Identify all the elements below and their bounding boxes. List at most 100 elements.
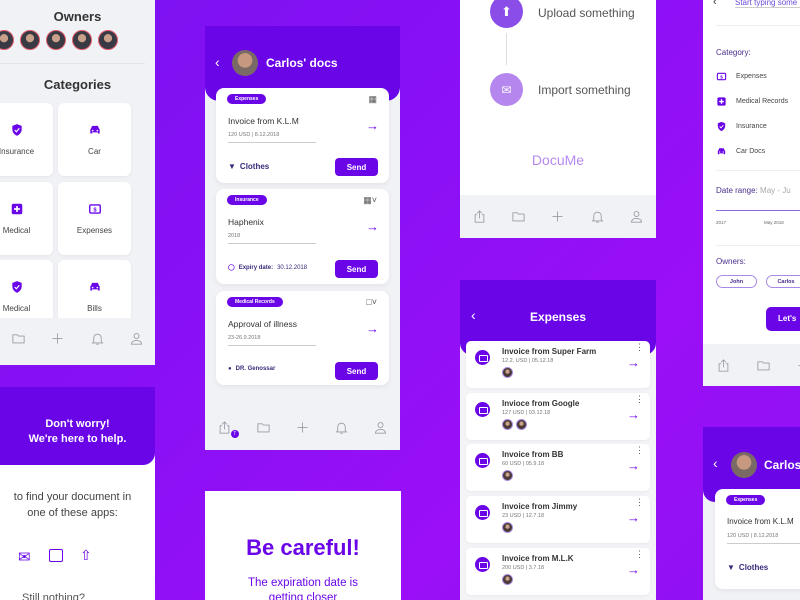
carlos-docs-preview: ‹ Carlos' docs Expenses Invoice from K.L… (703, 427, 800, 600)
send-button[interactable]: Send (335, 260, 378, 278)
arrow-right-icon[interactable]: → (627, 562, 640, 577)
import-button[interactable]: ✉ (490, 73, 523, 106)
category-card-insurance[interactable]: Insurance (0, 103, 53, 176)
avatar (502, 367, 513, 378)
filter-category-expenses[interactable]: Expenses (716, 71, 767, 82)
category-label: Medical (2, 304, 31, 313)
search-input[interactable]: Start typing some (735, 0, 800, 8)
arrow-right-icon[interactable]: → (366, 118, 379, 133)
more-icon[interactable]: ⋮ (635, 343, 644, 352)
plus-icon[interactable] (50, 330, 66, 346)
search-submit-button[interactable]: Let's (766, 307, 800, 331)
document-title: Invoice from K.L.M (228, 116, 299, 126)
expense-row[interactable]: Invoice from Super Farm 12.2. USD | 05.12… (466, 341, 650, 388)
back-icon[interactable]: ‹ (215, 54, 220, 70)
page-title: Carlos' docs (764, 458, 800, 472)
import-label[interactable]: Import something (538, 83, 631, 97)
category-card-medical[interactable]: Medical (0, 182, 53, 255)
owner-chip-carlos[interactable]: Carlos (766, 275, 800, 288)
expense-row[interactable]: Invoice from M.L.K 200 USD | 3.7.18 ⋮ → (466, 548, 650, 595)
image-icon[interactable]: ▦˅ (363, 195, 377, 206)
bell-icon[interactable] (589, 209, 605, 225)
arrow-right-icon[interactable]: → (366, 321, 379, 336)
folder-icon[interactable] (10, 330, 26, 346)
avatar[interactable] (20, 30, 40, 50)
send-button[interactable]: Send (335, 362, 378, 380)
share-icon[interactable]: 7 (217, 419, 239, 438)
owners-avatars (0, 30, 118, 50)
tag-badge: Insurance (227, 195, 267, 205)
plus-icon[interactable] (295, 419, 311, 435)
user-icon[interactable] (373, 419, 389, 435)
more-icon[interactable]: ⋮ (635, 498, 644, 507)
mail-icon[interactable]: ✉ (18, 548, 31, 566)
avatar[interactable] (72, 30, 92, 50)
expense-row[interactable]: Invoice from Jimmy 23 USD | 12.7.18 ⋮ → (466, 496, 650, 543)
brand-logo: DocuMe (531, 152, 585, 168)
folder-icon[interactable] (256, 419, 272, 435)
expense-row[interactable]: Invoice from BB 60 USD | 05.9.18 ⋮ → (466, 444, 650, 491)
arrow-right-icon[interactable]: → (366, 219, 379, 234)
back-icon[interactable]: ‹ (713, 0, 717, 8)
document-card[interactable]: Expenses ▦ Invoice from K.L.M 120 USD | … (216, 88, 389, 183)
document-card[interactable]: Medical Records □˅ Approval of illness 2… (216, 291, 389, 385)
more-icon[interactable]: ⋮ (635, 550, 644, 559)
bottom-nav: 7 (205, 404, 400, 450)
arrow-right-icon[interactable]: → (627, 407, 640, 422)
divider (716, 245, 800, 246)
owner-chip-john[interactable]: John (716, 275, 757, 288)
footer-text: 30.12.2018 (277, 264, 308, 271)
header: Don't worry! We're here to help. (0, 387, 155, 465)
document-subtitle: 120 USD | 8.12.2018 (228, 132, 316, 143)
avatar[interactable] (0, 30, 14, 50)
dollar-bill-icon (88, 202, 102, 216)
filter-category-medical-records[interactable]: Medical Records (716, 96, 788, 107)
share-icon[interactable] (716, 357, 731, 373)
avatar[interactable] (46, 30, 66, 50)
folder-icon[interactable] (511, 209, 527, 225)
more-icon[interactable]: ⋮ (635, 395, 644, 404)
file-icon[interactable]: □˅ (366, 297, 377, 307)
avatar[interactable] (98, 30, 118, 50)
category-card-car[interactable]: Car (58, 103, 131, 176)
more-icon[interactable]: ⋮ (635, 446, 644, 455)
avatar (502, 419, 513, 430)
user-icon[interactable] (129, 330, 145, 346)
image-icon[interactable] (49, 549, 63, 562)
footer-text: Clothes (239, 162, 270, 171)
expense-title: Invoice from Super Farm (502, 347, 597, 356)
categories-heading: Categories (43, 77, 112, 92)
bell-icon[interactable] (89, 330, 105, 346)
expense-row[interactable]: Invioce from Google 127 USD | 03.12.18 ⋮ → (466, 393, 650, 440)
user-icon[interactable] (628, 209, 644, 225)
share-icon[interactable] (472, 209, 488, 225)
filter-category-car-docs[interactable]: Car Docs (716, 146, 765, 157)
upload-icon[interactable]: ⇧ (80, 547, 92, 564)
upload-button[interactable]: ⬆ (490, 0, 523, 28)
person-icon: ● (228, 366, 232, 372)
category-card-expenses[interactable]: Expenses (58, 182, 131, 255)
plus-icon[interactable] (550, 209, 566, 225)
back-icon[interactable]: ‹ (713, 455, 718, 471)
page-title: Carlos' docs (266, 56, 338, 70)
send-button[interactable]: Send (335, 158, 378, 176)
arrow-right-icon[interactable]: → (627, 458, 640, 473)
image-icon[interactable]: ▦ (368, 94, 377, 105)
date-range-slider[interactable] (716, 210, 800, 211)
tag-badge: Expenses (227, 94, 267, 104)
arrow-right-icon[interactable]: → (627, 510, 640, 525)
warning-body: The expiration date is getting closer (205, 576, 401, 600)
bell-icon[interactable] (334, 419, 350, 435)
arrow-right-icon[interactable]: → (627, 355, 640, 370)
plus-icon[interactable] (796, 357, 800, 373)
divider (716, 170, 800, 171)
document-card[interactable]: Insurance ▦˅ Haphenix 2018 → ◯ Expiry dat… (216, 189, 389, 284)
footer-label: Expiry date: (238, 264, 274, 271)
upload-label[interactable]: Upload something (538, 6, 635, 20)
document-footer: ● DR. Genossar (228, 366, 275, 372)
filter-category-insurance[interactable]: Insurance (716, 121, 767, 132)
upload-icon: ⬆ (501, 3, 512, 19)
carlos-docs-screen: ‹ Carlos' docs Expenses ▦ Invoice from K… (205, 26, 400, 450)
folder-icon[interactable] (756, 357, 771, 373)
document-card[interactable]: Expenses Invoice from K.L.M 120 USD | 8.… (715, 489, 800, 589)
